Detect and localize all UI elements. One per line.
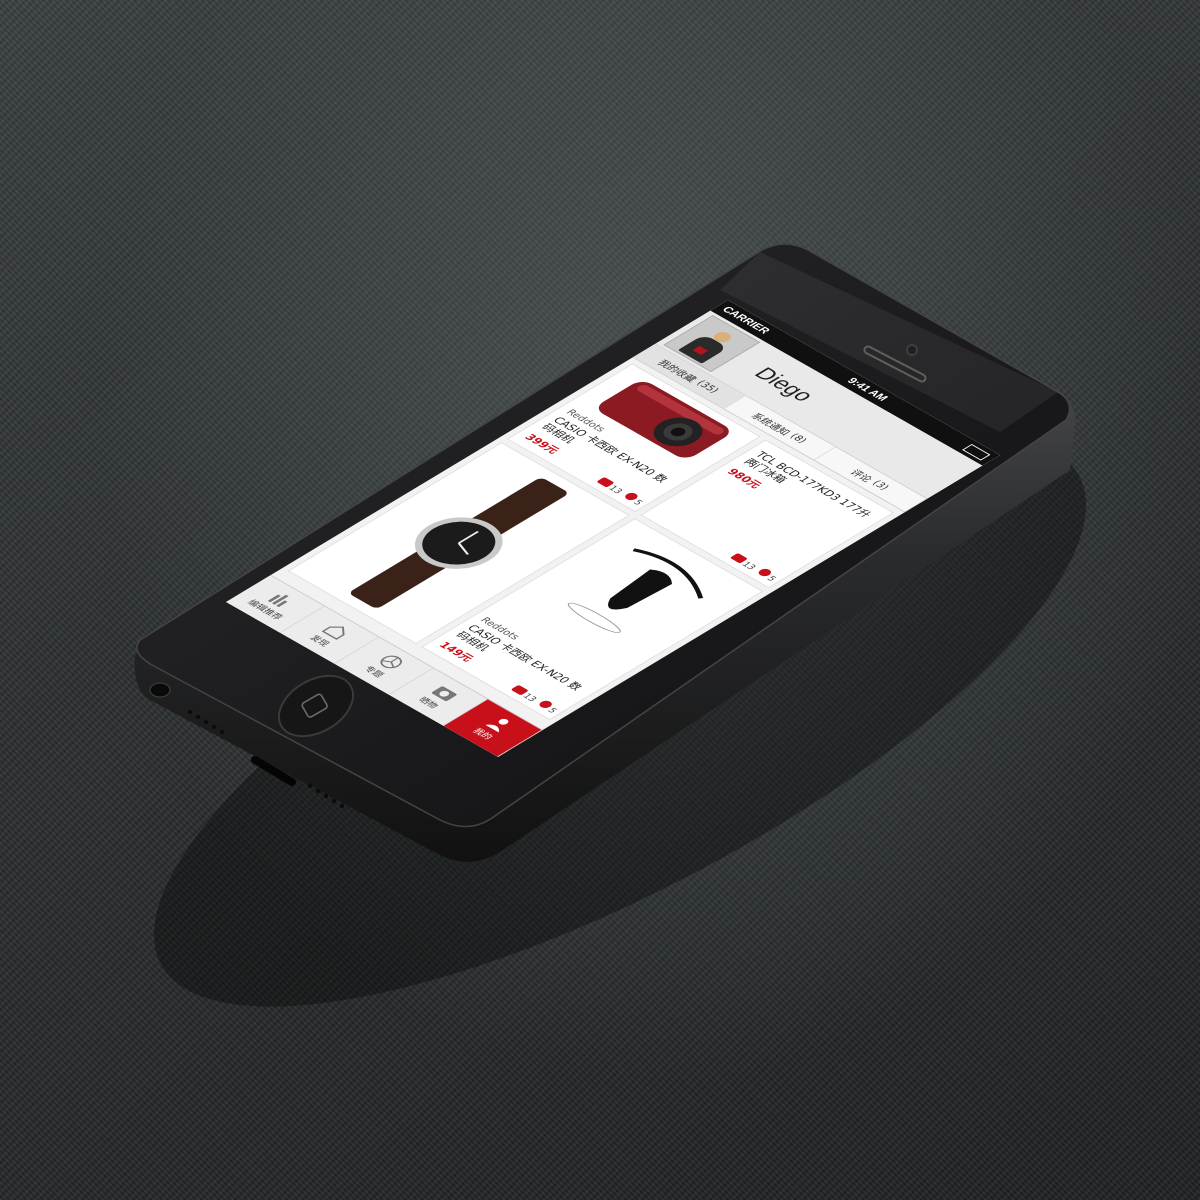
tab-count: (35) [694, 378, 722, 395]
profile-name: Diego [748, 363, 820, 405]
scene: CARRIER 9:41 AM Diego 我的收藏 (35) 系统通知 (8)… [0, 0, 1200, 1200]
tab-count: (8) [787, 432, 810, 445]
tab-count: (3) [869, 478, 892, 492]
